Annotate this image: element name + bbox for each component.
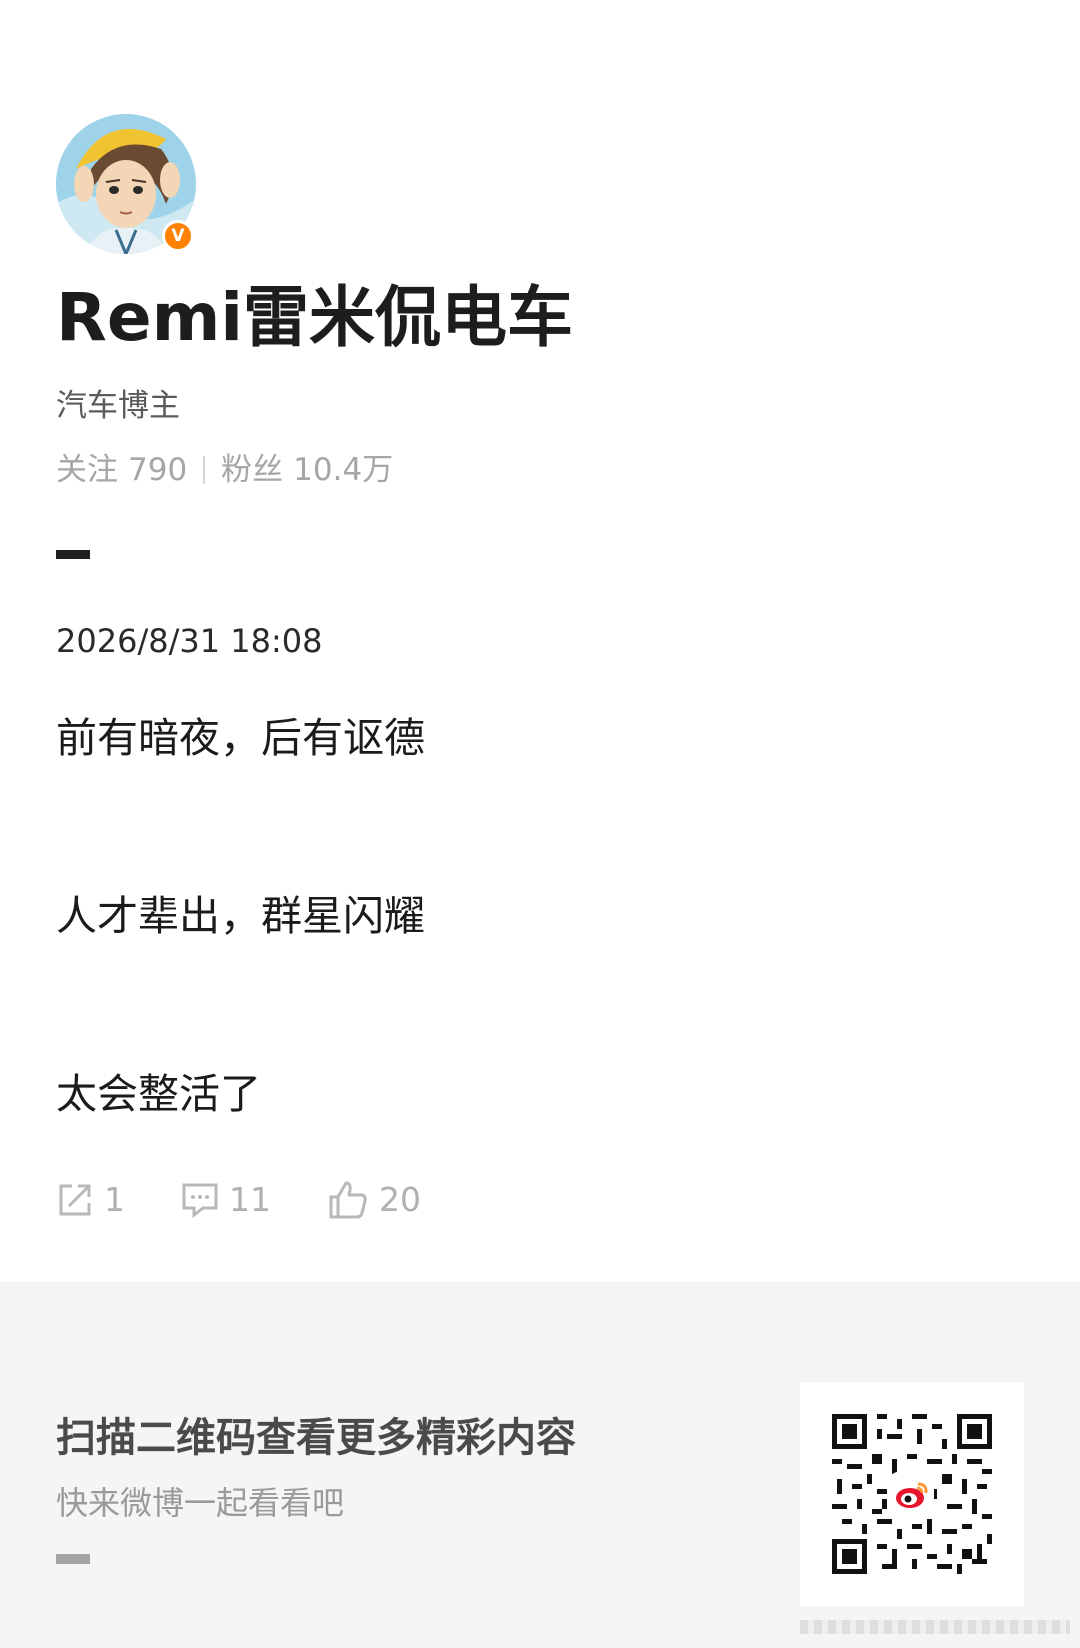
- repost-button[interactable]: 1: [56, 1178, 125, 1222]
- following-count[interactable]: 790: [128, 450, 187, 490]
- thumbs-up-icon: [329, 1181, 367, 1219]
- section-divider: [56, 550, 90, 559]
- post-text-line: 人才辈出，群星闪耀: [56, 892, 425, 940]
- weibo-logo-icon: [890, 1472, 934, 1516]
- post-card: V Remi雷米侃电车 汽车博主 关注 790 粉丝 10.4万 2026/8/…: [0, 0, 1080, 1282]
- followers-count[interactable]: 10.4万: [293, 450, 393, 490]
- user-stats: 关注 790 粉丝 10.4万: [56, 450, 393, 490]
- like-count: 20: [379, 1180, 421, 1219]
- post-text-line: 太会整活了: [56, 1070, 261, 1118]
- followers-label: 粉丝: [221, 452, 284, 488]
- following-label: 关注: [56, 452, 118, 488]
- post-timestamp: 2026/8/31 18:08: [56, 622, 323, 660]
- avatar[interactable]: V: [56, 114, 196, 254]
- post-actions: 1 11 20: [56, 1178, 477, 1222]
- weibo-share-card: V Remi雷米侃电车 汽车博主 关注 790 粉丝 10.4万 2026/8/…: [0, 0, 1080, 1648]
- comment-count: 11: [229, 1180, 271, 1219]
- comment-icon: [182, 1183, 218, 1219]
- username[interactable]: Remi雷米侃电车: [56, 278, 573, 358]
- user-role: 汽车博主: [56, 388, 180, 424]
- stats-divider: [203, 456, 206, 484]
- decorative-strip: [800, 1620, 1070, 1634]
- repost-count: 1: [104, 1180, 125, 1219]
- post-text-line: 前有暗夜，后有讴德: [56, 714, 425, 762]
- footer-divider: [56, 1554, 90, 1564]
- footer-subtitle: 快来微博一起看看吧: [56, 1484, 345, 1522]
- repost-icon: [59, 1184, 91, 1216]
- verified-badge-icon: V: [162, 220, 194, 252]
- like-button[interactable]: 20: [327, 1178, 421, 1222]
- comment-button[interactable]: 11: [181, 1178, 271, 1222]
- qr-code[interactable]: [800, 1382, 1024, 1606]
- qr-footer: 扫描二维码查看更多精彩内容 快来微博一起看看吧: [0, 1282, 1080, 1648]
- footer-title: 扫描二维码查看更多精彩内容: [56, 1415, 576, 1461]
